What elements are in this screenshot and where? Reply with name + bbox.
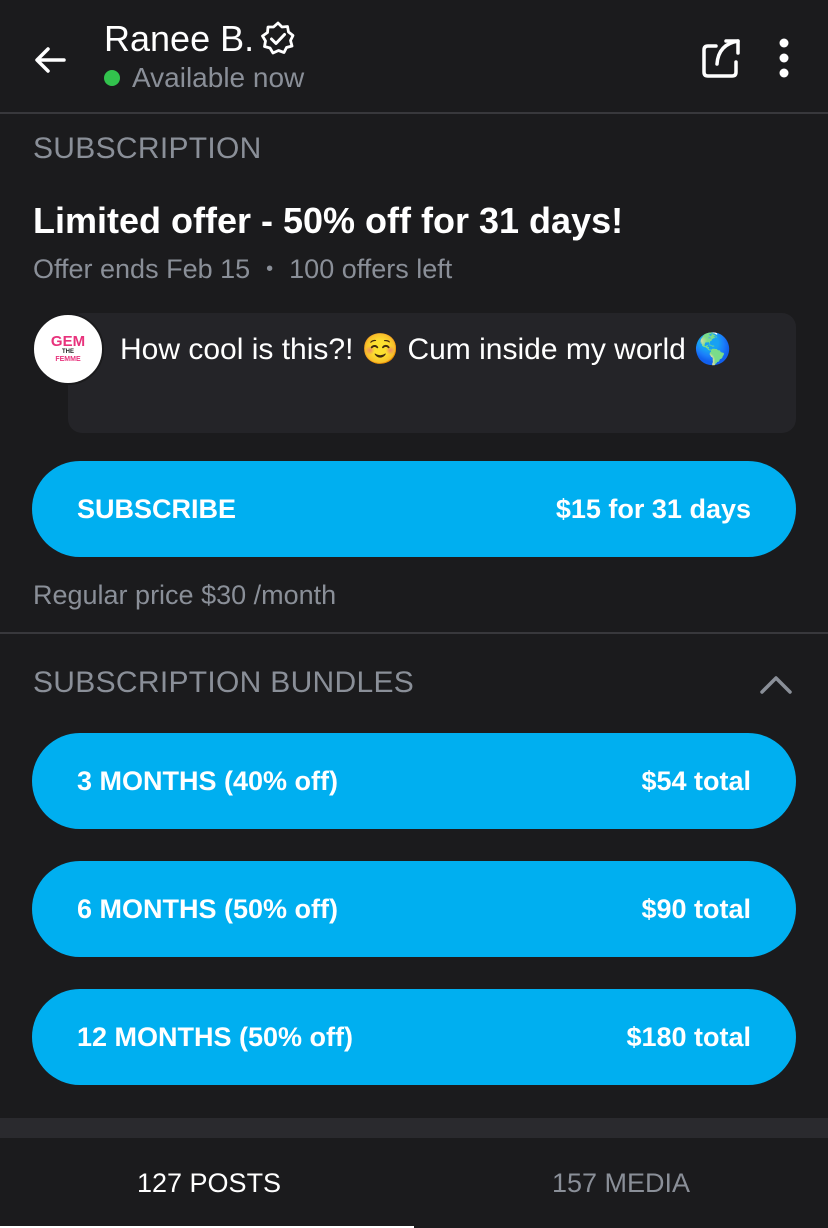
bundle-price: $90 total (641, 893, 751, 924)
bundle-price: $180 total (626, 1021, 751, 1052)
avatar[interactable]: GEM THE FEMME (32, 313, 104, 385)
chevron-up-icon[interactable] (756, 668, 796, 700)
bundle-6-months-button[interactable]: 6 MONTHS (50% off) $90 total (32, 861, 796, 957)
subscribe-label: SUBSCRIBE (77, 493, 237, 524)
profile-tab-bar: 127 POSTS 157 MEDIA (0, 1136, 828, 1228)
profile-name[interactable]: Ranee B. (104, 18, 254, 60)
offers-left: 100 offers left (289, 254, 453, 284)
subscription-section-title: SUBSCRIPTION (33, 132, 262, 165)
offer-meta: Offer ends Feb 15 • 100 offers left (33, 254, 452, 285)
bundle-12-months-button[interactable]: 12 MONTHS (50% off) $180 total (32, 989, 796, 1085)
bundles-section-title: SUBSCRIPTION BUNDLES (33, 666, 415, 699)
subscribe-price: $15 for 31 days (555, 493, 751, 524)
bundle-label: 3 MONTHS (40% off) (77, 765, 339, 796)
bundle-label: 12 MONTHS (50% off) (77, 1021, 354, 1052)
back-arrow-icon[interactable] (28, 38, 72, 82)
status-text: Available now (132, 62, 305, 93)
offer-title: Limited offer - 50% off for 31 days! (33, 200, 624, 241)
meta-separator: • (266, 258, 274, 280)
avatar-logo-line-1: GEM (50, 332, 86, 350)
tab-posts[interactable]: 127 POSTS (137, 1168, 281, 1199)
profile-header: Ranee B. Available now (0, 0, 828, 114)
section-divider (0, 632, 828, 634)
profile-name-row: Ranee B. (104, 18, 298, 60)
bundle-price: $54 total (641, 765, 751, 796)
avatar-logo-line-2: THE (62, 348, 74, 355)
creator-message: How cool is this?! ☺️ Cum inside my worl… (120, 333, 732, 366)
tab-media[interactable]: 157 MEDIA (552, 1168, 690, 1199)
avatar-logo-line-3: FEMME (55, 355, 81, 363)
share-icon[interactable] (698, 34, 746, 82)
more-vertical-icon[interactable] (766, 36, 802, 80)
section-separator (0, 1118, 828, 1136)
bundle-3-months-button[interactable]: 3 MONTHS (40% off) $54 total (32, 733, 796, 829)
bundle-label: 6 MONTHS (50% off) (77, 893, 339, 924)
regular-price: Regular price $30 /month (33, 580, 337, 610)
subscribe-button[interactable]: SUBSCRIBE $15 for 31 days (32, 461, 796, 557)
online-dot-icon (104, 70, 120, 86)
offer-ends: Offer ends Feb 15 (33, 254, 251, 284)
availability-status: Available now (104, 62, 304, 94)
verified-badge-icon (261, 21, 295, 55)
